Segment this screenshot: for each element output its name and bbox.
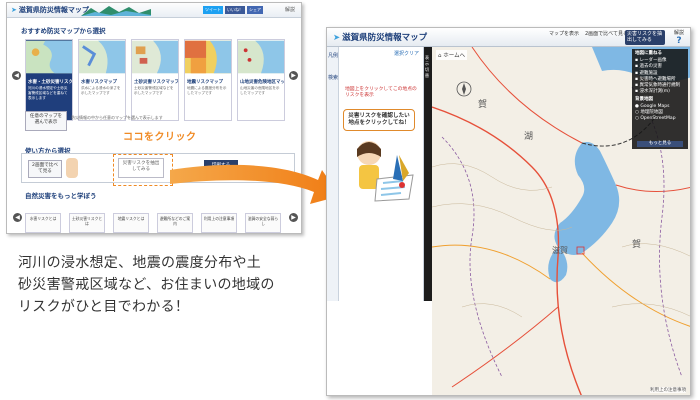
help-button[interactable]: 解説? (674, 29, 684, 46)
character-illustration (66, 158, 78, 178)
map-card-flood[interactable]: 水害リスクマップ 洪水による浸水の深さを示したマップです (78, 39, 126, 121)
recommended-title: おすすめ防災マップから選択 (21, 27, 106, 35)
map-card-flood-landslide[interactable]: 水害・土砂災害リスクマップ 河川の浸水想定や土砂災害警戒区域などを重ねて表示しま… (25, 39, 73, 121)
learn-prev-icon[interactable]: ◀ (13, 213, 22, 222)
logo-icon: ➤ (333, 33, 341, 43)
card-title: 地震リスクマップ (187, 80, 223, 85)
carousel-prev-icon[interactable]: ◀ (12, 71, 21, 80)
map-thumbnail (238, 40, 284, 74)
side-tabs: 凡例 検索 (327, 47, 339, 301)
tab-legend[interactable]: 凡例 (328, 53, 338, 59)
map-label: 賀 (632, 238, 641, 250)
learn-item-earthquake[interactable]: 地震リスクとは (113, 213, 149, 233)
compare-button[interactable]: 2画面で比べて見る (583, 30, 630, 45)
clear-selection-button[interactable]: 選択クリア (394, 50, 419, 57)
map-view-strip[interactable]: 表示切替 (424, 47, 432, 301)
home-link[interactable]: ⌂ ホームへ (436, 50, 468, 60)
header-landscape-illustration (81, 6, 151, 16)
map-app-screenshot: ➤ 滋賀県防災情報マップ マップを表示 2画面で比べて見る 災害リスクを抽出してみ… (326, 27, 691, 396)
more-layers-button[interactable]: もっと見る (637, 140, 683, 147)
help-link[interactable]: 解説 (285, 6, 295, 13)
learn-item-landslide[interactable]: 土砂災害リスクとは (69, 213, 105, 233)
map-card-earthquake[interactable]: 地震リスクマップ 地震による震度分布を示したマップです (184, 39, 232, 121)
logo-icon: ➤ (11, 6, 17, 14)
learn-item-shelter[interactable]: 避難所などのご案内 (157, 213, 193, 233)
strip-label: 表示切替 (425, 55, 429, 78)
map-card-mountain[interactable]: 山地災害危険地区マップ 山地災害の危険地区を示したマップです (237, 39, 285, 121)
usage-notes-link[interactable]: 利用上の注意事項 (650, 387, 686, 393)
question-icon: ? (676, 36, 682, 46)
base-map-option[interactable]: ○ OpenStreetMap (635, 116, 685, 122)
map-app-header: ➤ 滋賀県防災情報マップ マップを表示 2画面で比べて見る 災害リスクを抽出してみ… (327, 28, 690, 47)
map-app-logo[interactable]: ➤ 滋賀県防災情報マップ (333, 31, 427, 43)
learn-next-icon[interactable]: ▶ (289, 213, 298, 222)
transition-arrow-icon (170, 164, 340, 204)
layer-panel: 地図に重ねる ▪ レーダー画像 ▪ 過去の災害 ▪ 避難施設 ▪ 災害時へ避難場… (632, 49, 688, 149)
map-thumbnail (26, 40, 72, 74)
layer-panel-header[interactable]: 地図に重ねる (635, 51, 685, 57)
learn-item-living[interactable]: 滋賀の安全な暮らし (245, 213, 281, 233)
optional-map-button[interactable]: 任意のマップを選んで表示 (25, 111, 67, 131)
card-description: 土砂災害警戒区域などを示したマップです (134, 86, 174, 95)
show-map-button[interactable]: マップを表示 (547, 30, 581, 45)
card-description: 地震による震度分布を示したマップです (187, 86, 227, 95)
map-card-landslide[interactable]: 土砂災害リスクマップ 土砂災害警戒区域などを示したマップです (131, 39, 179, 121)
card-title: 水害リスクマップ (81, 80, 117, 85)
portal-logo[interactable]: ➤ 滋賀県防災情報マップ (11, 5, 89, 15)
risk-panel: 選択クリア 地図上をクリックしてこの地点のリスクを表示 災害リスクを確認したい地… (339, 47, 424, 301)
extract-risk-button[interactable]: 災害リスクを抽出してみる (625, 30, 665, 45)
tab-search[interactable]: 検索 (328, 75, 338, 81)
map-thumbnail (185, 40, 231, 74)
map-thumbnail (132, 40, 178, 74)
map-label: 滋賀 (552, 245, 568, 255)
card-title: 山地災害危険地区マップ (240, 80, 284, 85)
share-button[interactable]: シェア (247, 6, 263, 14)
compare-two-screens-button[interactable]: 2画面で比べて見る (28, 160, 62, 178)
map-label: 賀 (478, 98, 487, 110)
card-title: 水害・土砂災害リスクマップ (28, 80, 72, 85)
instruction-bubble: 災害リスクを確認したい地点をクリックしてね！ (343, 109, 415, 131)
card-description: 山地災害の危険地区を示したマップです (240, 86, 280, 95)
learn-item-notes[interactable]: 利用上の注意事項 (201, 213, 237, 233)
tweet-button[interactable]: ツイート (203, 6, 223, 14)
portal-header: ➤ 滋賀県防災情報マップ ツイート いいね！ シェア 解説 (7, 3, 301, 18)
learn-item-flood[interactable]: 水害リスクとは (25, 213, 61, 233)
map-label: 湖 (524, 131, 533, 142)
layer-item[interactable]: ▪ 浸水深計測(m) (635, 89, 685, 95)
social-buttons: ツイート いいね！ シェア (203, 6, 263, 14)
card-title: 土砂災害リスクマップ (134, 80, 178, 85)
map-thumbnail (79, 40, 125, 74)
click-hint: 地図上をクリックしてこの地点のリスクを表示 (345, 87, 417, 98)
carousel-next-icon[interactable]: ▶ (289, 71, 298, 80)
feature-caption: 河川の浸水想定、地震の震度分布や土 砂災害警戒区域など、お住まいの地域の リスク… (18, 255, 275, 315)
card-description: 洪水による浸水の深さを示したマップです (81, 86, 121, 95)
like-button[interactable]: いいね！ (225, 6, 245, 14)
character-with-map-illustration (357, 141, 414, 202)
optional-map-description: 防災情報の中から任意のマップを選んで表示します (71, 115, 163, 120)
